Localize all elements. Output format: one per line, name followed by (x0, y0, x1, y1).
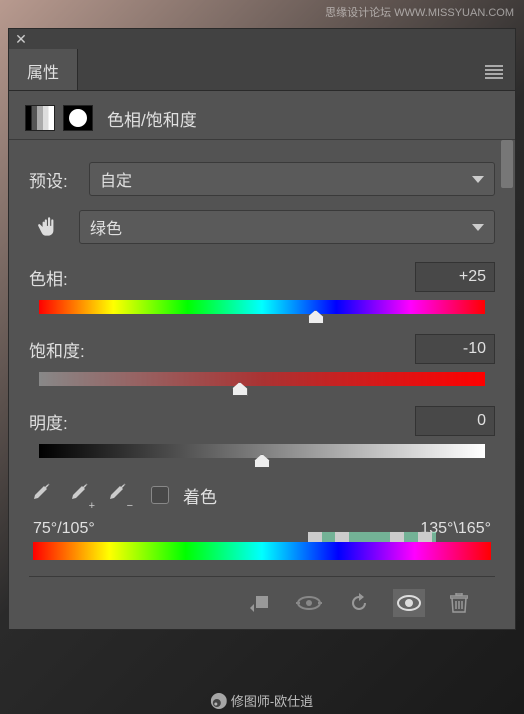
hue-slider[interactable] (39, 300, 485, 316)
eyedropper-row: + − 着色 (29, 480, 495, 510)
saturation-value[interactable] (415, 334, 495, 364)
preset-row: 预设: 自定 (29, 162, 495, 196)
targeted-adjustment-icon[interactable] (29, 214, 67, 240)
preset-label: 预设: (29, 167, 77, 192)
hue-label: 色相: (29, 265, 77, 290)
visibility-icon[interactable] (393, 589, 425, 617)
saturation-label: 饱和度: (29, 337, 85, 362)
range-left: 75°/105° (33, 520, 95, 538)
range-marker-4[interactable] (418, 532, 432, 542)
scrollbar[interactable] (501, 140, 513, 188)
clip-to-layer-icon[interactable] (243, 589, 275, 617)
close-icon[interactable]: ✕ (9, 29, 33, 49)
hue-slider-group: 色相: (29, 262, 495, 316)
gradient-map-icon[interactable] (25, 105, 55, 131)
colorize-checkbox[interactable] (151, 486, 169, 504)
view-previous-icon[interactable] (293, 589, 325, 617)
adjustment-name: 色相/饱和度 (107, 106, 197, 131)
tab-bar: 属性 (9, 49, 515, 91)
watermark-top: 思缘设计论坛 WWW.MISSYUAN.COM (325, 4, 514, 20)
reset-icon[interactable] (343, 589, 375, 617)
colorize-label: 着色 (183, 483, 217, 508)
range-marker-3[interactable] (390, 532, 404, 542)
credit-footer: 修图师-欧仕逍 (211, 691, 313, 710)
panel-content: 预设: 自定 绿色 色相: 饱和度: (9, 139, 515, 629)
lightness-slider-group: 明度: (29, 406, 495, 460)
tab-properties[interactable]: 属性 (9, 49, 78, 90)
eyedropper-subtract-icon[interactable]: − (105, 480, 129, 510)
channel-dropdown[interactable]: 绿色 (79, 210, 495, 244)
panel-header: ✕ (9, 29, 515, 49)
range-marker-1[interactable] (308, 532, 322, 542)
bottom-toolbar (29, 576, 495, 629)
adjustment-header: 色相/饱和度 (9, 91, 515, 139)
weibo-icon (211, 693, 227, 709)
eyedropper-add-icon[interactable]: + (67, 480, 91, 510)
properties-panel: ✕ 属性 色相/饱和度 预设: 自定 绿色 色相: (8, 28, 516, 630)
mask-icon[interactable] (63, 105, 93, 131)
eyedropper-icon[interactable] (29, 480, 53, 510)
lightness-label: 明度: (29, 409, 77, 434)
hue-range-bar[interactable] (33, 542, 491, 560)
saturation-slider-group: 饱和度: (29, 334, 495, 388)
channel-row: 绿色 (29, 210, 495, 244)
hue-value[interactable] (415, 262, 495, 292)
panel-menu-icon[interactable] (473, 49, 515, 90)
range-marker-2[interactable] (335, 532, 349, 542)
lightness-value[interactable] (415, 406, 495, 436)
lightness-slider[interactable] (39, 444, 485, 460)
trash-icon[interactable] (443, 589, 475, 617)
saturation-slider[interactable] (39, 372, 485, 388)
preset-dropdown[interactable]: 自定 (89, 162, 495, 196)
